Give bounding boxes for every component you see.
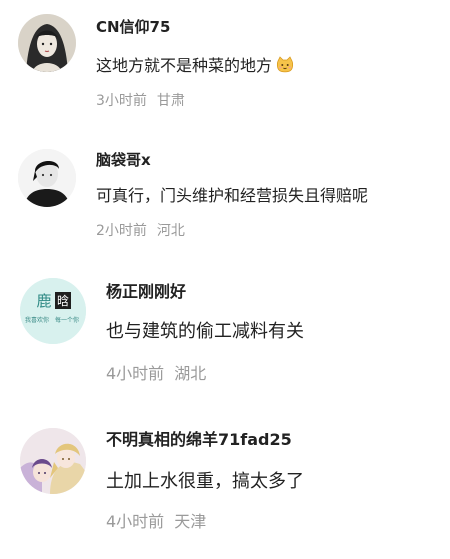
cat-face-icon xyxy=(276,56,294,74)
avatar-man-black-white-image xyxy=(18,149,76,207)
avatar-text-left: 我喜欢你 xyxy=(25,316,49,324)
avatar[interactable] xyxy=(20,428,86,494)
comment-time: 4小时前 xyxy=(106,512,165,531)
comment-location: 湖北 xyxy=(174,364,207,383)
comment-item: 脑袋哥x 可真行，门头维护和经营损失且得赔呢 2小时前 河北 xyxy=(0,130,450,260)
comment-text: 也与建筑的偷工减料有关 xyxy=(106,321,304,342)
comment-text-body: 这地方就不是种菜的地方 xyxy=(96,56,273,75)
comment-meta: 4小时前 天津 xyxy=(106,511,206,533)
avatar-text-right: 每一个你 xyxy=(55,316,79,324)
avatar-ink-woman-image xyxy=(18,14,76,72)
username[interactable]: 不明真相的绵羊71fad25 xyxy=(106,430,292,450)
comment-location: 天津 xyxy=(174,512,207,531)
avatar-anime-couple-image xyxy=(20,428,86,494)
comment-time: 4小时前 xyxy=(106,364,165,383)
username[interactable]: CN信仰75 xyxy=(96,17,170,37)
comment-time: 2小时前 xyxy=(96,223,147,239)
comment-text: 这地方就不是种菜的地方 xyxy=(96,55,294,77)
avatar-text-top: 鹿 xyxy=(36,292,51,310)
comment-meta: 3小时前 甘肃 xyxy=(96,91,185,111)
avatar-text-image: 鹿 晗 我喜欢你 每一个你 xyxy=(20,278,86,344)
comment-item: 不明真相的绵羊71fad25 土加上水很重，搞太多了 4小时前 天津 xyxy=(0,410,450,559)
comment-item: CN信仰75 这地方就不是种菜的地方 3小时前 甘肃 xyxy=(0,0,450,130)
username[interactable]: 脑袋哥x xyxy=(96,150,151,170)
comment-text: 可真行，门头维护和经营损失且得赔呢 xyxy=(96,186,369,205)
avatar[interactable] xyxy=(18,149,76,207)
comment-location: 河北 xyxy=(156,223,185,239)
comment-meta: 4小时前 湖北 xyxy=(106,363,206,385)
comment-item: 鹿 晗 我喜欢你 每一个你 杨正刚刚好 也与建筑的偷工减料有关 4小时前 湖北 xyxy=(0,260,450,410)
comment-meta: 2小时前 河北 xyxy=(96,221,185,241)
avatar[interactable]: 鹿 晗 我喜欢你 每一个你 xyxy=(20,278,86,344)
avatar-text-badge: 晗 xyxy=(57,293,69,308)
comment-location: 甘肃 xyxy=(156,93,185,109)
comment-text: 土加上水很重，搞太多了 xyxy=(106,471,304,492)
avatar[interactable] xyxy=(18,14,76,72)
username[interactable]: 杨正刚刚好 xyxy=(106,282,186,302)
comment-time: 3小时前 xyxy=(96,93,147,109)
